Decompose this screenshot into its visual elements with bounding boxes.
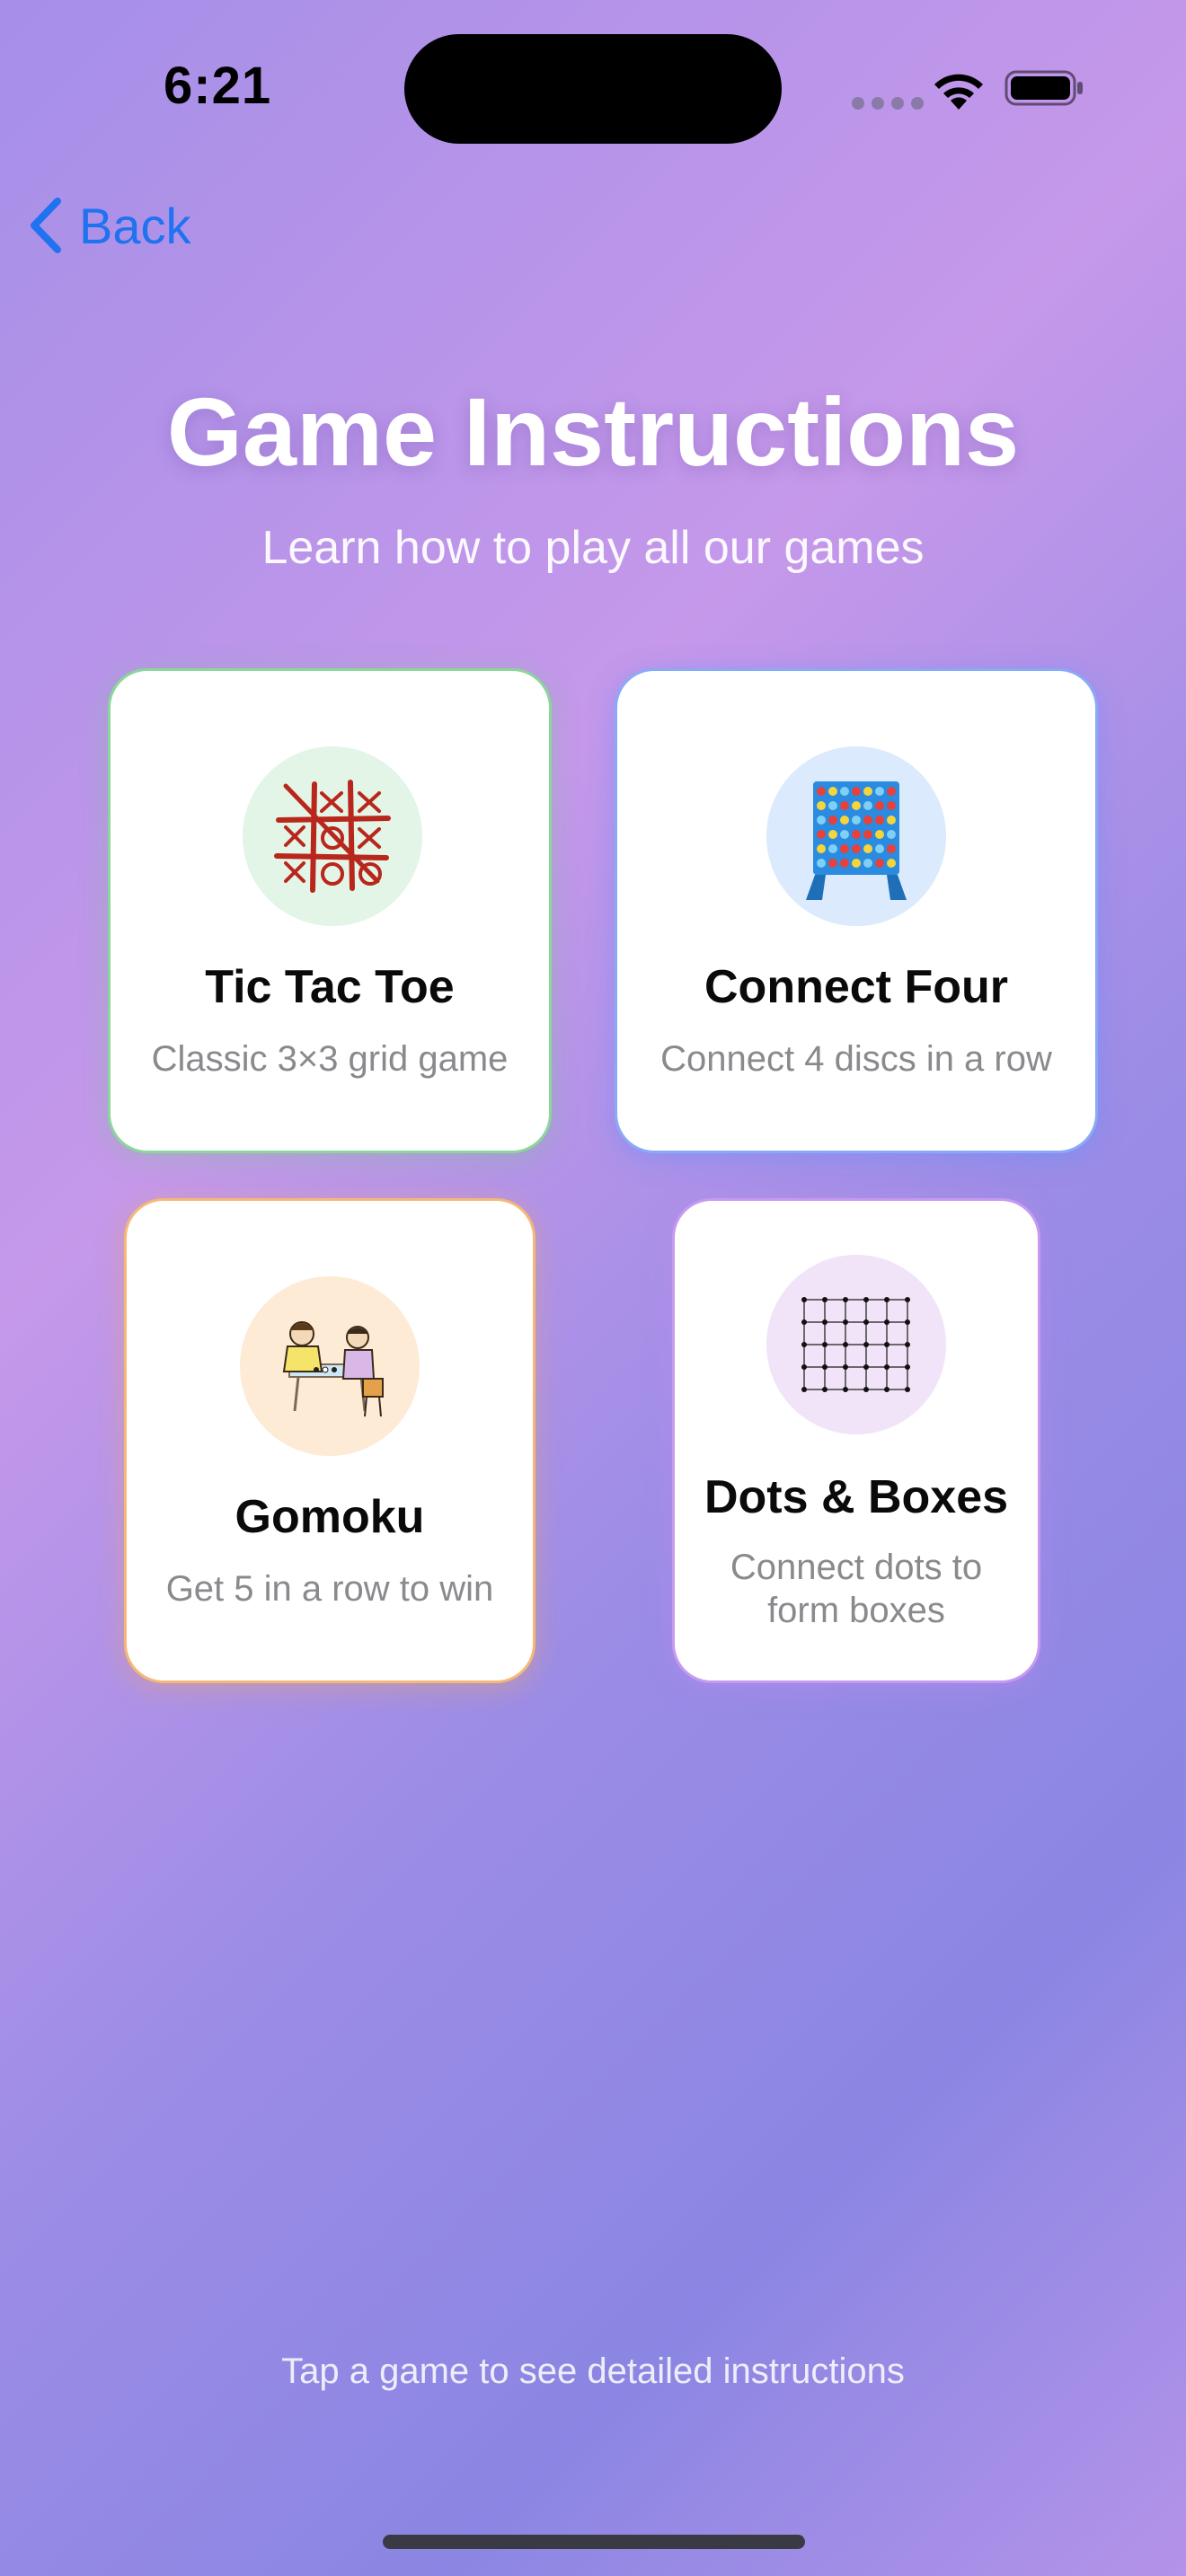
home-indicator[interactable] — [383, 2535, 805, 2549]
game-description: Get 5 in a row to win — [165, 1569, 494, 1609]
chevron-left-icon — [31, 198, 61, 253]
game-card-gomoku[interactable]: Gomoku Get 5 in a row to win — [124, 1198, 535, 1683]
page-subtitle: Learn how to play all our games — [261, 522, 925, 574]
back-label: Back — [79, 197, 191, 254]
game-card-connect-four[interactable]: Connect Four Connect 4 discs in a row — [615, 668, 1098, 1153]
dynamic-island — [404, 34, 782, 144]
game-card-dots-and-boxes[interactable]: Dots & Boxes Connect dots to form boxes — [672, 1198, 1040, 1683]
game-name: Dots & Boxes — [704, 1471, 1009, 1523]
status-time: 6:21 — [164, 57, 272, 115]
game-card-tic-tac-toe[interactable]: Tic Tac Toe Classic 3×3 grid game — [108, 668, 552, 1153]
page-title: Game Instructions — [166, 377, 1020, 486]
connect-four-icon — [766, 746, 946, 926]
game-description: Connect dots to form boxes — [730, 1548, 983, 1630]
game-name: Connect Four — [704, 961, 1008, 1013]
gomoku-players-icon — [240, 1276, 420, 1456]
game-name: Gomoku — [235, 1491, 425, 1543]
game-description: Connect 4 discs in a row — [660, 1039, 1052, 1079]
cellular-signal-icon — [852, 97, 924, 110]
footer-hint: Tap a game to see detailed instructions — [281, 2351, 905, 2391]
battery-icon — [1005, 70, 1083, 106]
game-description: Classic 3×3 grid game — [151, 1039, 509, 1079]
wifi-icon — [934, 74, 983, 110]
game-name: Tic Tac Toe — [205, 961, 455, 1013]
back-button[interactable]: Back — [27, 196, 191, 255]
dots-grid-icon — [766, 1255, 946, 1434]
tic-tac-toe-icon — [243, 746, 422, 926]
